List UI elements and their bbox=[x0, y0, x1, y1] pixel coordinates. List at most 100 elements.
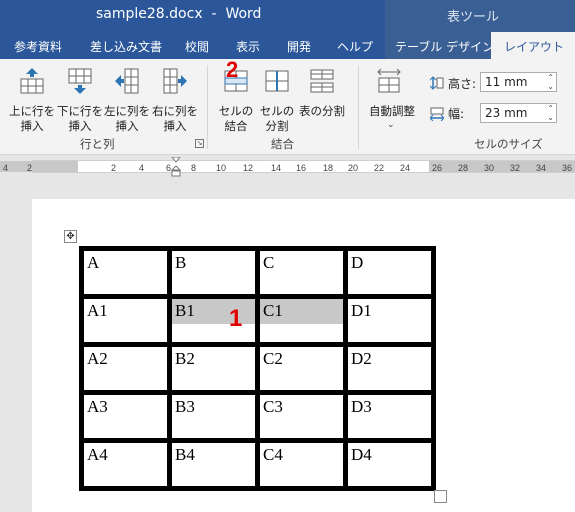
tab-help[interactable]: ヘルプ bbox=[337, 38, 373, 55]
autofit-button[interactable]: 自動調整 ⌄ bbox=[366, 64, 418, 132]
split-cells-button[interactable]: セルの 分割 bbox=[254, 64, 300, 133]
width-spinner[interactable]: 23 mm ⌃ ⌄ bbox=[480, 103, 557, 123]
group-label-merge: 結合 bbox=[271, 137, 294, 151]
insert-column-right-icon bbox=[163, 68, 187, 94]
ruler-mark: 24 bbox=[400, 163, 411, 173]
cell-text: B2 bbox=[175, 349, 195, 368]
table-row: A2 B2 C2 D2 bbox=[79, 342, 436, 395]
height-spinner[interactable]: 11 mm ⌃ ⌄ bbox=[480, 72, 557, 92]
cell-text: A4 bbox=[87, 445, 108, 464]
table-cell[interactable]: A2 bbox=[79, 342, 172, 395]
cell-text: B3 bbox=[175, 397, 195, 416]
insert-row-below-button[interactable]: 下に行を 挿入 bbox=[57, 64, 103, 133]
tab-references[interactable]: 参考資料 bbox=[14, 38, 62, 55]
column-width-icon bbox=[430, 107, 444, 121]
ruler-mark: 4 bbox=[3, 163, 9, 173]
table-cell[interactable]: D bbox=[343, 246, 436, 299]
table-cell[interactable]: A4 bbox=[79, 438, 172, 491]
row-height-icon bbox=[430, 76, 444, 90]
ruler-mark: 34 bbox=[536, 163, 547, 173]
document-page[interactable]: ✥ A B C D A1 B1 C1 D1 A2 B2 C2 D2 A3 B3 … bbox=[32, 199, 575, 512]
cell-text: B1 bbox=[172, 299, 255, 324]
insert-row-above-button[interactable]: 上に行を 挿入 bbox=[9, 64, 55, 133]
width-value: 23 mm bbox=[485, 106, 528, 120]
tab-review[interactable]: 校閲 bbox=[185, 38, 209, 55]
table-cell[interactable]: D4 bbox=[343, 438, 436, 491]
group-label-cell-size: セルのサイズ bbox=[474, 137, 543, 151]
cell-text: A3 bbox=[87, 397, 108, 416]
insert-row-above-icon bbox=[20, 68, 44, 94]
ruler-mark: 4 bbox=[139, 163, 145, 173]
tab-mailings[interactable]: 差し込み文書 bbox=[90, 38, 162, 55]
cell-text: D1 bbox=[351, 301, 372, 320]
ruler-mark: 20 bbox=[348, 163, 359, 173]
table-cell[interactable]: B bbox=[167, 246, 260, 299]
ruler-mark: 18 bbox=[323, 163, 334, 173]
table-cell-selected[interactable]: B1 bbox=[167, 294, 260, 347]
spinner-arrows-icon[interactable]: ⌃ ⌄ bbox=[547, 73, 554, 91]
height-value: 11 mm bbox=[485, 75, 528, 89]
group-separator bbox=[207, 65, 208, 149]
document-table: A B C D A1 B1 C1 D1 A2 B2 C2 D2 A3 B3 C3… bbox=[79, 246, 436, 491]
tab-layout-label: レイアウト bbox=[504, 40, 565, 54]
ruler-mark: 28 bbox=[458, 163, 469, 173]
annotation-step-2: 2 bbox=[226, 57, 239, 82]
tab-table-design[interactable]: テーブル デザイン bbox=[395, 38, 494, 55]
table-cell[interactable]: A3 bbox=[79, 390, 172, 443]
ruler-mark: 30 bbox=[484, 163, 495, 173]
tab-developer[interactable]: 開発 bbox=[287, 38, 311, 55]
cell-text: B4 bbox=[175, 445, 195, 464]
table-cell[interactable]: D3 bbox=[343, 390, 436, 443]
ruler-mark: 14 bbox=[271, 163, 282, 173]
table-cell[interactable]: C4 bbox=[255, 438, 348, 491]
cell-text: C4 bbox=[263, 445, 283, 464]
window-title: sample28.docx - Word bbox=[96, 6, 262, 22]
table-cell[interactable]: A1 bbox=[79, 294, 172, 347]
ruler-mark: 8 bbox=[191, 163, 197, 173]
table-cell[interactable]: C bbox=[255, 246, 348, 299]
ruler-mark: 10 bbox=[216, 163, 227, 173]
height-label: 高さ: bbox=[448, 77, 477, 91]
ruler-mark: 12 bbox=[243, 163, 254, 173]
ruler-strip: 4 2 2 4 6 8 10 12 14 16 18 20 22 24 26 2… bbox=[0, 157, 575, 177]
group-separator bbox=[358, 65, 359, 149]
table-cell[interactable]: D1 bbox=[343, 294, 436, 347]
table-row: A B C D bbox=[79, 246, 436, 299]
table-cell[interactable]: B2 bbox=[167, 342, 260, 395]
cell-text: A2 bbox=[87, 349, 108, 368]
table-move-handle-icon[interactable]: ✥ bbox=[64, 230, 77, 243]
annotation-step-1: 1 bbox=[229, 305, 243, 332]
split-table-button[interactable]: 表の分割 bbox=[299, 64, 351, 132]
table-cell[interactable]: B4 bbox=[167, 438, 260, 491]
cell-text: A1 bbox=[87, 301, 108, 320]
table-row: A4 B4 C4 D4 bbox=[79, 438, 436, 491]
cell-text: A bbox=[87, 253, 100, 272]
table-resize-handle[interactable] bbox=[434, 490, 447, 503]
cell-text: C1 bbox=[260, 299, 343, 324]
cell-text: D bbox=[351, 253, 364, 272]
insert-column-left-button[interactable]: 左に列を 挿入 bbox=[104, 64, 150, 133]
tab-view[interactable]: 表示 bbox=[236, 38, 260, 55]
chevron-down-icon: ⌄ bbox=[387, 120, 395, 130]
dialog-launcher-icon[interactable]: ↘ bbox=[195, 139, 204, 148]
insert-row-above-label: 上に行を 挿入 bbox=[9, 104, 55, 133]
table-cell[interactable]: B3 bbox=[167, 390, 260, 443]
table-cell[interactable]: A bbox=[79, 246, 172, 299]
split-cells-icon bbox=[265, 70, 289, 92]
indent-marker-icon[interactable] bbox=[171, 157, 181, 177]
insert-column-right-button[interactable]: 右に列を 挿入 bbox=[152, 64, 198, 133]
ruler-mark: 22 bbox=[374, 163, 385, 173]
insert-column-left-label: 左に列を 挿入 bbox=[104, 104, 150, 133]
cell-text: C3 bbox=[263, 397, 283, 416]
cell-text: C2 bbox=[263, 349, 283, 368]
table-cell[interactable]: C2 bbox=[255, 342, 348, 395]
spinner-arrows-icon[interactable]: ⌃ ⌄ bbox=[547, 104, 554, 122]
ribbon-tabs: 参考資料 差し込み文書 校閲 表示 開発 ヘルプ テーブル デザイン レイアウト bbox=[0, 32, 575, 59]
table-cell-selected[interactable]: C1 bbox=[255, 294, 348, 347]
insert-column-right-label: 右に列を 挿入 bbox=[152, 104, 198, 133]
table-cell[interactable]: D2 bbox=[343, 342, 436, 395]
tab-layout[interactable]: レイアウト bbox=[491, 32, 575, 59]
table-cell[interactable]: C3 bbox=[255, 390, 348, 443]
ribbon-layout: 上に行を 挿入 下に行を 挿入 左に列を 挿入 右に列を 挿入 行と列 ↘ セル… bbox=[0, 57, 575, 155]
horizontal-ruler: 4 2 2 4 6 8 10 12 14 16 18 20 22 24 26 2… bbox=[0, 155, 575, 181]
